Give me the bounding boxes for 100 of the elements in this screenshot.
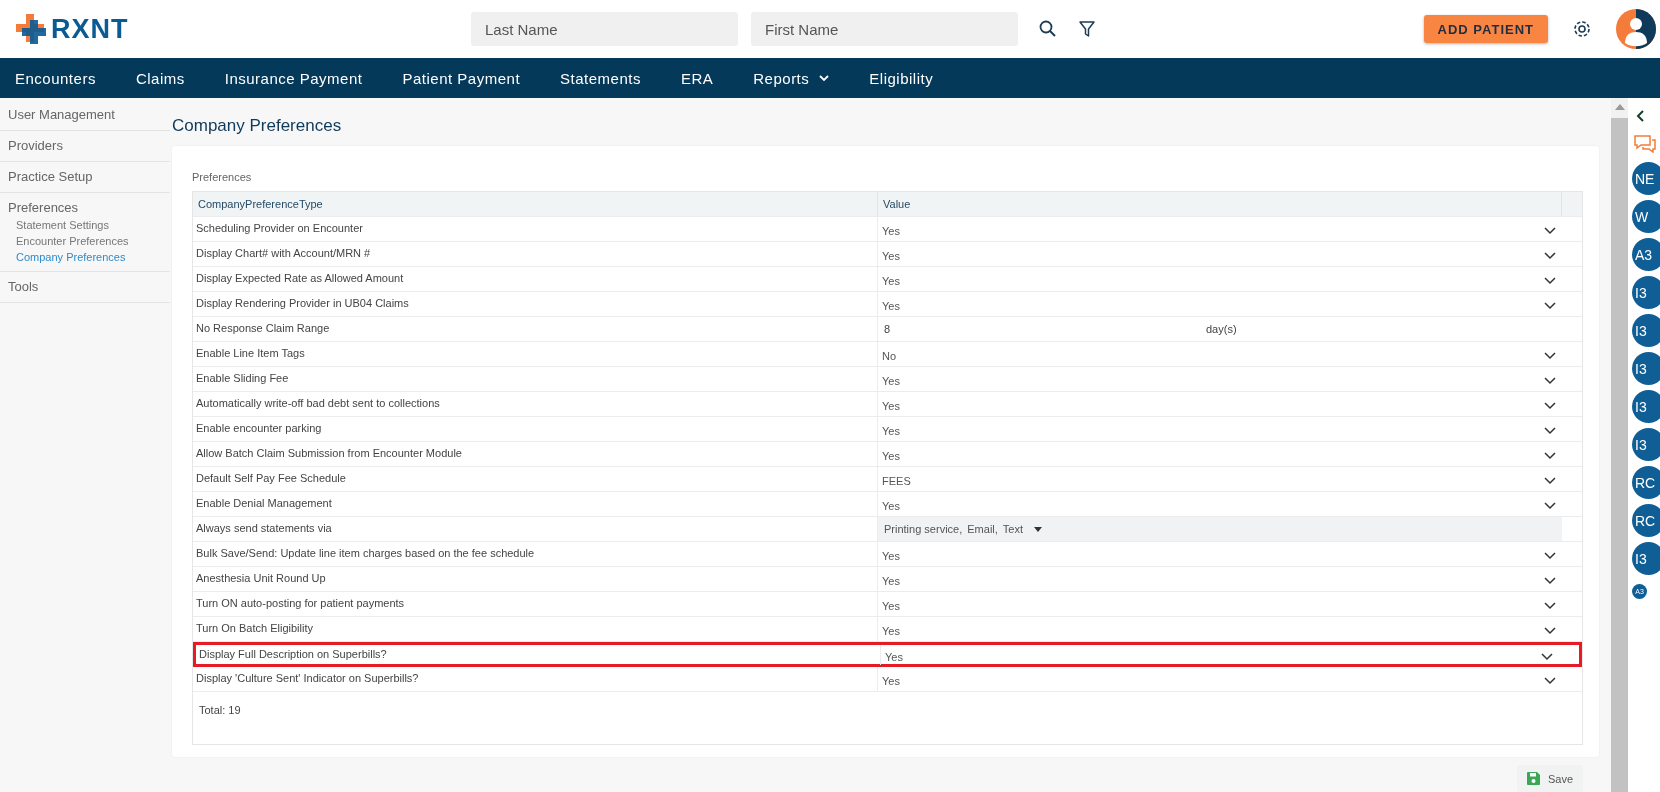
search-field[interactable]: Last Name <box>471 12 738 46</box>
user-initials-avatar[interactable]: I3 <box>1632 390 1660 423</box>
table-cell: Display 'Culture Sent' Indicator on Superbills? <box>193 667 878 691</box>
chevron-down-icon <box>1541 652 1553 661</box>
value-dropdown[interactable]: Yes <box>878 417 1562 441</box>
nav-tab[interactable]: Reports <box>753 69 830 87</box>
nav-tab[interactable]: Statements <box>560 69 641 87</box>
sidebar-subitem[interactable]: Statement Settings <box>0 215 170 231</box>
chevron-down-icon <box>1544 451 1556 460</box>
value-dropdown[interactable]: FEES <box>878 467 1562 491</box>
value-dropdown[interactable]: Yes <box>878 542 1562 566</box>
sidebar-subitem[interactable]: Encounter Preferences <box>0 231 170 247</box>
user-initials-avatar[interactable]: W <box>1632 200 1660 233</box>
nav-tab[interactable]: Insurance Payment <box>224 69 363 87</box>
table-cell: Anesthesia Unit Round Up <box>193 567 878 591</box>
chevron-down-icon <box>1544 351 1556 360</box>
user-avatar-icon[interactable] <box>1616 9 1656 49</box>
table-cell: Display Chart# with Account/MRN # <box>193 242 878 266</box>
chevron-down-icon <box>1544 251 1556 260</box>
user-initials-avatar[interactable]: I3 <box>1632 314 1660 347</box>
search-field[interactable]: First Name <box>751 12 1018 46</box>
user-initials-avatar[interactable]: I3 <box>1632 352 1660 385</box>
scrollbar[interactable] <box>1611 98 1628 792</box>
settings-icon[interactable] <box>1572 19 1592 39</box>
total-count: Total: 19 <box>198 703 242 718</box>
value-dropdown[interactable]: Yes <box>878 592 1562 616</box>
unit-label: day(s) <box>1206 323 1237 335</box>
page-title: Company Preferences <box>172 116 343 136</box>
table-cell: Enable Denial Management <box>193 492 878 516</box>
nav-tab[interactable]: Eligibility <box>869 69 934 87</box>
table-cell: Enable Line Item Tags <box>193 342 878 366</box>
user-initials-avatar[interactable]: I3 <box>1632 542 1660 575</box>
table-cell: Scheduling Provider on Encounter <box>193 217 878 241</box>
value-dropdown[interactable]: Yes <box>878 267 1562 291</box>
chevron-down-icon <box>1544 376 1556 385</box>
table-cell: Allow Batch Claim Submission from Encounter Module <box>193 442 878 466</box>
table-cell: Automatically write-off bad debt sent to collections <box>193 392 878 416</box>
value-dropdown[interactable]: Yes <box>878 567 1562 591</box>
table-cell: Display Rendering Provider in UB04 Claims <box>193 292 878 316</box>
value-dropdown[interactable]: Yes <box>878 442 1562 466</box>
sidebar-item[interactable]: Practice Setup <box>0 169 170 184</box>
chevron-down-icon <box>1544 576 1556 585</box>
column-header: CompanyPreferenceType <box>193 192 878 216</box>
chevron-down-icon <box>1544 676 1556 685</box>
chevron-down-icon <box>1544 276 1556 285</box>
table-cell: Turn On Batch Eligibility <box>193 617 878 641</box>
chevron-down-icon <box>1544 501 1556 510</box>
user-initials-avatar[interactable]: I3 <box>1632 276 1660 309</box>
chevron-down-icon <box>1544 601 1556 610</box>
value-dropdown[interactable]: Yes <box>878 367 1562 391</box>
table-cell: Enable encounter parking <box>193 417 878 441</box>
chevron-down-icon <box>1544 426 1556 435</box>
user-initials-avatar[interactable]: RC <box>1632 504 1660 537</box>
value-dropdown[interactable]: Yes <box>878 667 1562 691</box>
nav-tab[interactable]: ERA <box>680 69 714 87</box>
caret-down-icon <box>1034 526 1042 532</box>
filter-icon[interactable] <box>1078 20 1096 38</box>
column-header: Value <box>878 192 1562 216</box>
chevron-down-icon <box>1544 401 1556 410</box>
sidebar-subitem[interactable]: Company Preferences <box>0 247 170 263</box>
sidebar-item[interactable]: Tools <box>0 279 170 294</box>
nav-tab[interactable]: Claims <box>135 69 185 87</box>
nav-tab[interactable]: Patient Payment <box>402 69 521 87</box>
chevron-down-icon <box>1544 301 1556 310</box>
sidebar-item[interactable]: Providers <box>0 138 170 153</box>
user-initials-avatar[interactable]: RC <box>1632 466 1660 499</box>
user-initials-avatar[interactable]: NE <box>1632 162 1660 195</box>
user-initials-avatar[interactable]: I3 <box>1632 428 1660 461</box>
chevron-down-icon <box>1544 626 1556 635</box>
table-cell: Enable Sliding Fee <box>193 367 878 391</box>
value-dropdown[interactable]: Yes <box>878 492 1562 516</box>
section-label: Preferences <box>192 171 253 183</box>
chevron-down-icon <box>1544 551 1556 560</box>
nav-tab[interactable]: Encounters <box>15 69 96 87</box>
value-dropdown[interactable]: No <box>878 342 1562 366</box>
table-cell: No Response Claim Range <box>193 317 878 341</box>
value-dropdown[interactable]: Yes <box>878 242 1562 266</box>
value-dropdown[interactable]: Yes <box>878 217 1562 241</box>
table-cell: Bulk Save/Send: Update line item charges based on the fee schedule <box>193 542 878 566</box>
save-button[interactable]: Save <box>1516 765 1583 792</box>
chat-icon[interactable] <box>1634 135 1656 153</box>
cross-logo-icon <box>16 14 46 44</box>
value-dropdown[interactable]: Yes <box>878 292 1562 316</box>
table-cell: Default Self Pay Fee Schedule <box>193 467 878 491</box>
multiselect-dropdown[interactable]: Printing service, Email, Text <box>878 517 1562 541</box>
table-cell: Display Expected Rate as Allowed Amount <box>193 267 878 291</box>
chevron-left-icon[interactable] <box>1636 110 1644 122</box>
table-cell: Display Full Description on Superbills? <box>196 645 881 665</box>
value-dropdown[interactable]: Yes <box>878 617 1562 641</box>
sidebar-item[interactable]: User Management <box>0 107 170 122</box>
chevron-down-icon <box>819 74 830 82</box>
search-icon[interactable] <box>1039 20 1057 38</box>
chevron-down-icon <box>1544 476 1556 485</box>
sidebar-item[interactable]: Preferences <box>0 200 170 215</box>
value-dropdown[interactable]: Yes <box>878 392 1562 416</box>
table-cell: Turn ON auto-posting for patient payments <box>193 592 878 616</box>
chevron-down-icon <box>1544 226 1556 235</box>
value-dropdown[interactable]: Yes <box>881 645 1559 665</box>
user-initials-avatar[interactable]: A3 <box>1632 238 1660 271</box>
add-patient-button[interactable]: ADD PATIENT <box>1423 15 1548 43</box>
